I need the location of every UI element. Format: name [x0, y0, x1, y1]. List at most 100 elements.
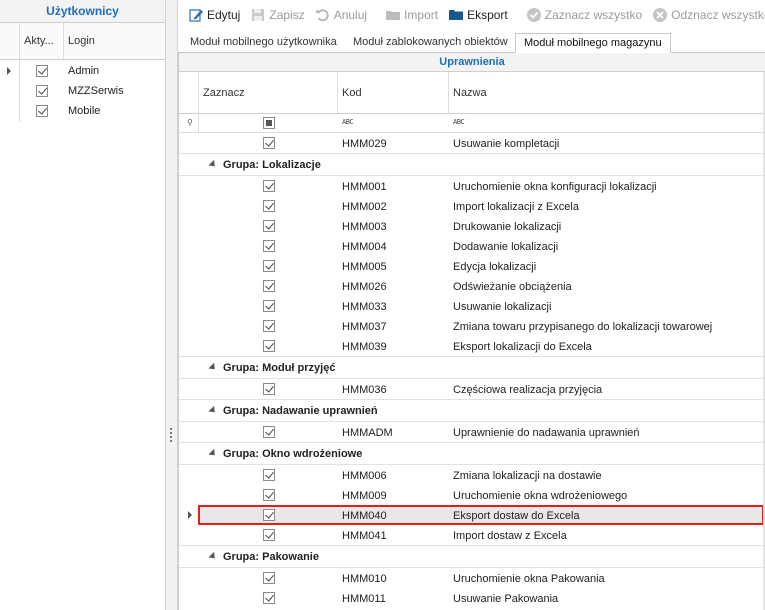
collapse-icon[interactable] — [208, 405, 218, 416]
cancel-button[interactable]: Anuluj — [311, 4, 371, 26]
permissions-column-headers: Zaznacz Kod Nazwa — [179, 72, 765, 114]
permission-row[interactable]: HMM036 Częściowa realizacja przyjęcia — [179, 379, 765, 399]
select-filter-checkbox[interactable] — [263, 117, 275, 132]
permission-row[interactable]: HMM039 Eksport lokalizacji do Excela — [179, 336, 765, 356]
code-filter-icon[interactable]: ABC — [342, 118, 354, 126]
permission-code: HMM036 — [342, 384, 387, 396]
permission-name: Eksport dostaw do Excela — [453, 510, 580, 522]
permission-checkbox[interactable] — [263, 280, 275, 295]
permission-checkbox[interactable] — [263, 592, 275, 607]
users-grid-header: Akty... Login — [0, 23, 165, 60]
permission-checkbox[interactable] — [263, 320, 275, 335]
permission-checkbox[interactable] — [263, 340, 275, 355]
permission-row[interactable]: HMM005 Edycja lokalizacji — [179, 256, 765, 276]
column-header-login[interactable]: Login — [68, 35, 95, 47]
folder-open-icon — [385, 7, 401, 23]
collapse-icon[interactable] — [208, 362, 218, 373]
permission-row[interactable]: HMM037 Zmiana towaru przypisanego do loka… — [179, 316, 765, 336]
save-button[interactable]: Zapisz — [246, 4, 308, 26]
collapse-icon[interactable] — [208, 551, 218, 562]
permission-row[interactable]: HMM011 Usuwanie Pakowania — [179, 588, 765, 608]
permission-code: HMM026 — [342, 281, 387, 293]
permission-checkbox[interactable] — [263, 489, 275, 504]
group-row[interactable]: Grupa: Lokalizacje — [179, 153, 765, 176]
splitter-grip-icon[interactable] — [170, 428, 173, 444]
select-all-button[interactable]: Zaznacz wszystko — [522, 4, 646, 26]
permission-checkbox[interactable] — [263, 426, 275, 441]
users-list: Admin MZZSerwis Mobile — [0, 61, 165, 121]
panel-splitter[interactable] — [166, 0, 178, 610]
user-row[interactable]: Mobile — [0, 101, 165, 121]
user-login: Mobile — [68, 105, 101, 117]
collapse-icon[interactable] — [208, 159, 218, 170]
permission-row[interactable]: HMM010 Uruchomienie okna Pakowania — [179, 568, 765, 588]
user-active-checkbox[interactable] — [36, 65, 48, 80]
column-header-active[interactable]: Akty... — [24, 35, 54, 47]
permission-checkbox[interactable] — [263, 300, 275, 315]
permission-row[interactable]: HMMADM Uprawnienie do nadawania uprawnień — [179, 422, 765, 442]
permission-checkbox[interactable] — [263, 469, 275, 484]
user-active-checkbox[interactable] — [36, 105, 48, 120]
column-header-name[interactable]: Nazwa — [453, 87, 487, 99]
users-panel: Użytkownicy Akty... Login Admin MZZSerwis… — [0, 0, 166, 610]
permission-checkbox[interactable] — [263, 180, 275, 195]
permission-row[interactable]: HMM004 Dodawanie lokalizacji — [179, 236, 765, 256]
permission-checkbox[interactable] — [263, 260, 275, 275]
permission-row[interactable]: HMM029 Usuwanie kompletacji — [179, 133, 765, 153]
cancel-label: Anuluj — [333, 8, 368, 22]
name-filter-icon[interactable]: ABC — [453, 118, 465, 126]
permission-name: Edycja lokalizacji — [453, 261, 537, 273]
permission-row[interactable]: HMM006 Zmiana lokalizacji na dostawie — [179, 465, 765, 485]
group-row[interactable]: Grupa: Moduł przyjęć — [179, 356, 765, 379]
permission-row[interactable]: HMM003 Drukowanie lokalizacji — [179, 216, 765, 236]
permission-checkbox[interactable] — [263, 572, 275, 587]
tab-mobile-warehouse-module[interactable]: Moduł mobilnego magazynu — [515, 33, 671, 53]
permission-row[interactable]: HMM002 Import lokalizacji z Excela — [179, 196, 765, 216]
column-header-select[interactable]: Zaznacz — [203, 87, 245, 99]
import-button[interactable]: Import — [381, 4, 442, 26]
permission-checkbox[interactable] — [263, 240, 275, 255]
permission-row[interactable]: HMM033 Usuwanie lokalizacji — [179, 296, 765, 316]
permission-code: HMMADM — [342, 427, 393, 439]
group-row[interactable]: Grupa: Pakowanie — [179, 545, 765, 568]
permission-checkbox[interactable] — [263, 220, 275, 235]
permission-name: Usuwanie lokalizacji — [453, 301, 552, 313]
export-button[interactable]: Eksport — [444, 4, 512, 26]
export-label: Eksport — [467, 8, 508, 22]
group-row[interactable]: Grupa: Okno wdrożeniowe — [179, 442, 765, 465]
deselect-all-button[interactable]: Odznacz wszystko — [648, 4, 765, 26]
permission-checkbox[interactable] — [263, 383, 275, 398]
edit-icon — [188, 7, 204, 23]
user-login: Admin — [68, 65, 100, 77]
group-label: Grupa: Moduł przyjęć — [223, 362, 336, 374]
edit-button[interactable]: Edytuj — [184, 4, 244, 26]
permission-checkbox[interactable] — [263, 509, 275, 524]
user-active-checkbox[interactable] — [36, 85, 48, 100]
tab-locked-objects-module[interactable]: Moduł zablokowanych obiektów — [345, 33, 516, 53]
permission-row[interactable]: HMM026 Odświeżanie obciążenia — [179, 276, 765, 296]
undo-icon — [315, 7, 331, 23]
group-label: Grupa: Nadawanie uprawnień — [223, 405, 378, 417]
permission-name: Dodawanie lokalizacji — [453, 241, 559, 253]
user-row[interactable]: Admin — [0, 61, 165, 81]
permission-code: HMM005 — [342, 261, 387, 273]
permission-checkbox[interactable] — [263, 137, 275, 152]
permission-checkbox[interactable] — [263, 200, 275, 215]
edit-label: Edytuj — [207, 8, 241, 22]
permissions-rows: HMM029 Usuwanie kompletacji Grupa: Lokaliz… — [179, 133, 765, 608]
column-header-code[interactable]: Kod — [342, 87, 362, 99]
permission-row[interactable]: HMM041 Import dostaw z Excela — [179, 525, 765, 545]
permission-code: HMM039 — [342, 341, 387, 353]
permission-row[interactable]: HMM040 Eksport dostaw do Excela — [179, 505, 765, 525]
user-row[interactable]: MZZSerwis — [0, 81, 165, 101]
group-row[interactable]: Grupa: Nadawanie uprawnień — [179, 399, 765, 422]
permission-checkbox[interactable] — [263, 529, 275, 544]
cancel-circle-icon — [652, 7, 668, 23]
tab-mobile-user-module[interactable]: Moduł mobilnego użytkownika — [182, 33, 345, 53]
permission-row[interactable]: HMM009 Uruchomienie okna wdrożeniowego — [179, 485, 765, 505]
collapse-icon[interactable] — [208, 448, 218, 459]
permission-row[interactable]: HMM001 Uruchomienie okna konfiguracji lok… — [179, 176, 765, 196]
save-label: Zapisz — [269, 8, 305, 22]
permission-code: HMM003 — [342, 221, 387, 233]
permission-name: Uruchomienie okna konfiguracji lokalizac… — [453, 181, 657, 193]
